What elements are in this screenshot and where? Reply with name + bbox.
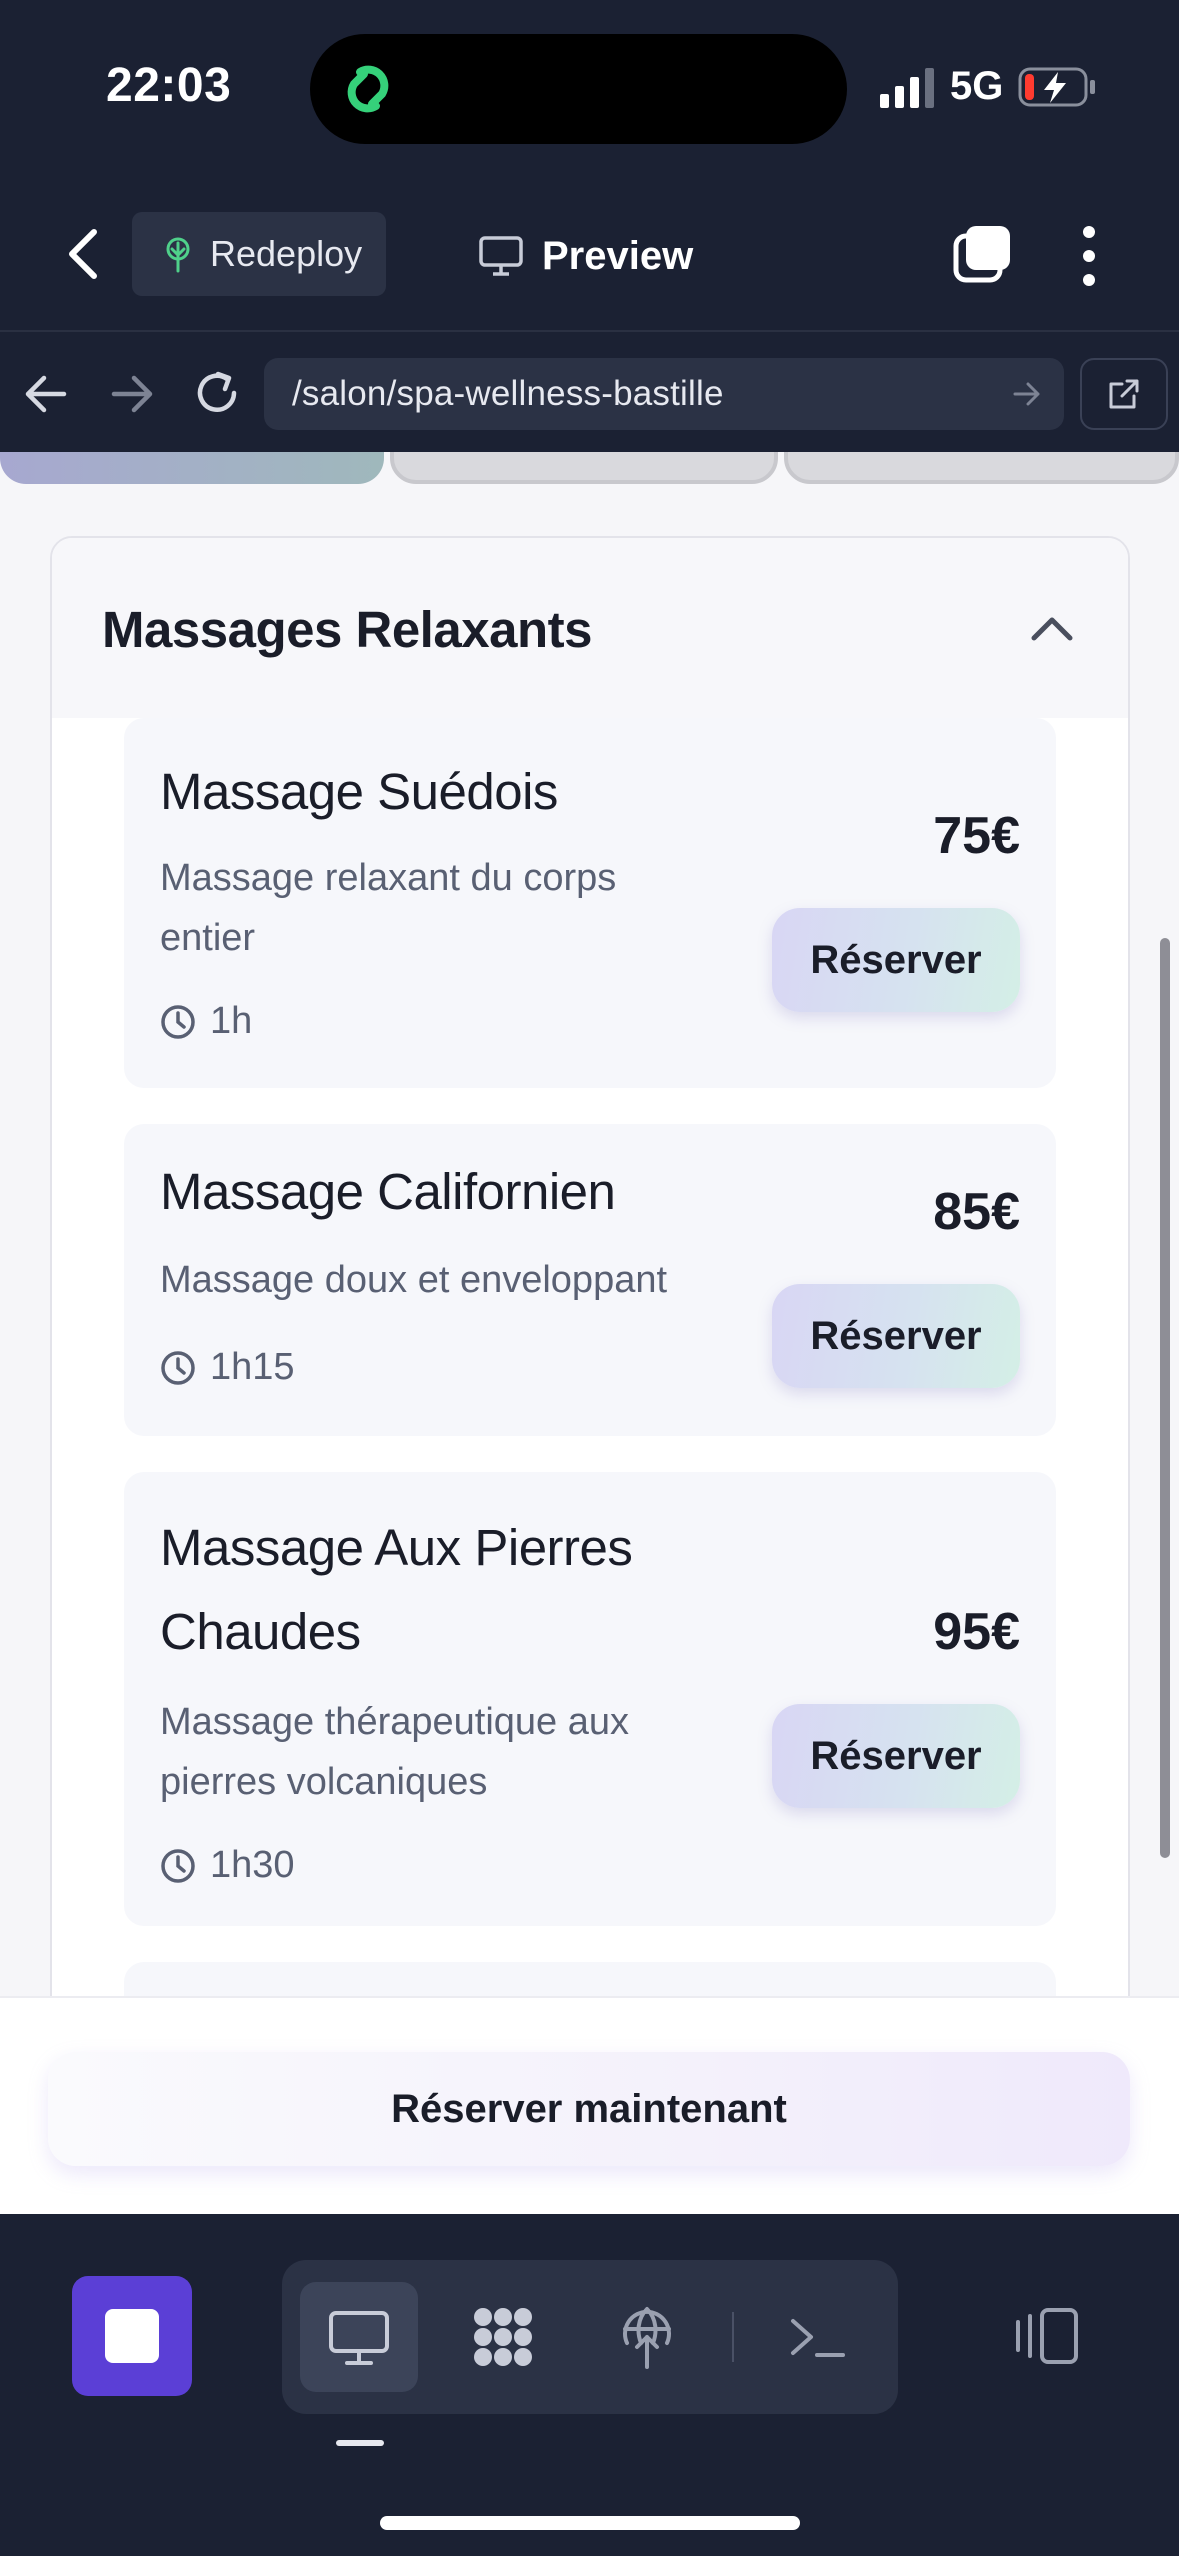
service-price: 95€ — [933, 1603, 1020, 1661]
globe-deploy-icon — [623, 2307, 671, 2369]
app-header: Redeploy Preview — [0, 180, 1179, 330]
terminal-icon — [791, 2319, 845, 2357]
chevron-left-icon[interactable] — [62, 224, 106, 284]
preview-button[interactable]: Preview — [478, 224, 693, 288]
service-name: Massage Suédois — [160, 763, 558, 820]
arrow-right-icon[interactable] — [108, 372, 156, 416]
network-label: 5G — [950, 64, 1004, 108]
monitor-icon — [329, 2311, 389, 2365]
reserve-button[interactable]: Réserver — [772, 1284, 1020, 1388]
service-name: Massage Aux Pierres Chaudes — [160, 1519, 633, 1660]
stop-icon — [105, 2309, 159, 2363]
arrow-left-icon[interactable] — [22, 372, 70, 416]
scrollbar[interactable] — [1160, 938, 1170, 1858]
preview-label: Preview — [542, 233, 694, 278]
service-price: 75€ — [933, 807, 1020, 865]
home-indicator — [380, 2516, 800, 2530]
battery-icon — [1018, 67, 1095, 107]
status-time: 22:03 — [106, 59, 232, 112]
category-card: Massages Relaxants Massage Suédois Massa… — [50, 536, 1130, 2214]
service-description: Massage doux et enveloppant — [160, 1259, 668, 1301]
grid-dots-icon — [474, 2308, 532, 2366]
stop-button[interactable] — [72, 2276, 192, 2396]
service-duration-text: 1h15 — [210, 1346, 295, 1388]
clock-icon — [161, 1848, 195, 1883]
category-title: Massages Relaxants — [102, 601, 592, 658]
service-duration: 1h — [160, 1000, 252, 1043]
go-arrow-icon[interactable] — [1012, 380, 1042, 408]
service-card: Massage Suédois Massage relaxant du corp… — [124, 718, 1056, 1088]
url-field[interactable]: /salon/spa-wellness-bastille — [264, 358, 1064, 430]
status-bar: 22:03 5G — [0, 0, 1179, 180]
open-external-button[interactable] — [1080, 358, 1168, 430]
reserve-button[interactable]: Réserver — [772, 908, 1020, 1012]
more-vertical-icon[interactable] — [1072, 224, 1106, 288]
tool-group — [282, 2260, 898, 2414]
signal-icon — [880, 68, 934, 108]
deploy-tool-button[interactable] — [588, 2282, 706, 2392]
browser-toolbar: /salon/spa-wellness-bastille — [0, 330, 1179, 452]
deploy-tree-icon — [166, 237, 190, 273]
workflows-tool-button[interactable] — [444, 2282, 562, 2392]
url-text: /salon/spa-wellness-bastille — [292, 374, 724, 413]
console-tool-button[interactable] — [758, 2282, 876, 2392]
category-tab[interactable] — [784, 452, 1179, 484]
reload-icon[interactable] — [192, 368, 242, 418]
redeploy-label: Redeploy — [210, 233, 363, 274]
bottom-toolbar — [0, 2214, 1179, 2556]
booking-footer: Réserver maintenant — [0, 1996, 1179, 2214]
service-card: Massage Aux Pierres Chaudes Massage thér… — [124, 1472, 1056, 1926]
clock-icon — [161, 1350, 195, 1385]
reserve-button[interactable]: Réserver — [772, 1704, 1020, 1808]
book-now-button[interactable]: Réserver maintenant — [48, 2052, 1130, 2166]
service-price: 85€ — [933, 1183, 1020, 1241]
service-card: Massage Californien Massage doux et enve… — [124, 1124, 1056, 1436]
service-duration: 1h30 — [160, 1844, 295, 1887]
link-icon — [347, 65, 389, 113]
toolbar-divider — [732, 2312, 734, 2362]
category-tab-selected[interactable] — [0, 452, 384, 484]
clock-icon — [161, 1004, 195, 1039]
service-name: Massage Californien — [160, 1163, 616, 1220]
redeploy-button[interactable]: Redeploy — [132, 212, 386, 296]
service-description: Massage thérapeutique aux pierres volcan… — [160, 1701, 629, 1803]
category-header[interactable]: Massages Relaxants — [52, 538, 1128, 718]
chevron-up-icon[interactable] — [1028, 608, 1076, 648]
monitor-icon — [479, 236, 523, 276]
service-duration-text: 1h — [210, 1000, 253, 1042]
tabs-icon[interactable] — [952, 224, 1014, 286]
service-duration: 1h15 — [160, 1346, 295, 1389]
external-link-icon — [1109, 379, 1139, 409]
web-preview: Massages Relaxants Massage Suédois Massa… — [0, 452, 1179, 2214]
service-description: Massage relaxant du corps entier — [160, 857, 617, 959]
preview-tool-button[interactable] — [300, 2282, 418, 2392]
category-tab[interactable] — [390, 452, 778, 484]
panel-toggle-icon[interactable] — [1012, 2304, 1082, 2368]
service-duration-text: 1h30 — [210, 1844, 295, 1886]
active-tab-indicator — [336, 2440, 384, 2446]
